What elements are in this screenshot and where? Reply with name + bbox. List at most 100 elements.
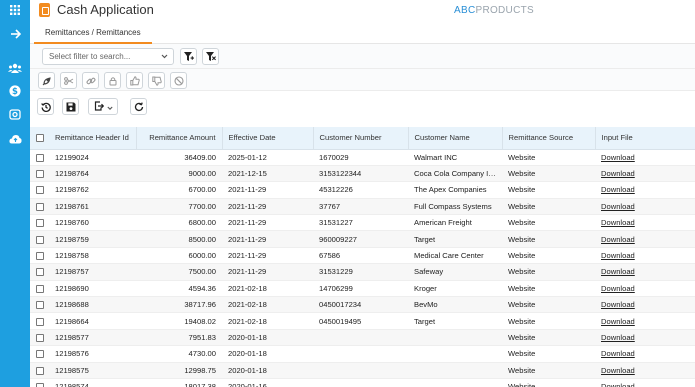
payment-icon[interactable] (0, 104, 30, 124)
download-link[interactable]: Download (601, 185, 635, 194)
input-file-cell: Download (595, 263, 695, 281)
cell-amount: 7500.00 (136, 263, 222, 281)
cell-source: Website (502, 165, 595, 183)
filter-toolbar: Select filter to search... (30, 44, 695, 69)
column-header[interactable]: Customer Name (408, 127, 503, 150)
download-link[interactable]: Download (601, 267, 635, 276)
row-checkbox[interactable] (30, 181, 49, 199)
history-icon[interactable] (37, 98, 54, 115)
row-checkbox[interactable] (30, 149, 49, 166)
row-checkbox[interactable] (30, 296, 49, 314)
table-row[interactable]: 12198759 8500.00 2021-11-29 960009227 Target… (30, 230, 695, 248)
scissors-icon[interactable] (60, 72, 77, 89)
column-header[interactable]: Effective Date (222, 127, 314, 150)
download-link[interactable]: Download (601, 366, 635, 375)
select-all-checkbox[interactable] (30, 127, 49, 150)
cell-customer-number: 960009227 (313, 230, 408, 248)
cell-amount: 38717.96 (136, 296, 222, 314)
lock-icon[interactable] (104, 72, 121, 89)
download-link[interactable]: Download (601, 284, 635, 293)
column-header[interactable]: Customer Number (313, 127, 409, 150)
table-row[interactable]: 12198664 19408.02 2021-02-18 0450019495 Targ… (30, 312, 695, 330)
refresh-icon[interactable] (130, 98, 147, 115)
download-link[interactable]: Download (601, 382, 635, 387)
download-link[interactable]: Download (601, 251, 635, 260)
filter-select[interactable]: Select filter to search... (42, 48, 174, 65)
column-header[interactable]: Remittance Amount (136, 127, 223, 150)
table-row[interactable]: 12198760 6800.00 2021-11-29 31531227 America… (30, 214, 695, 232)
table-row[interactable]: 12198758 6000.00 2021-11-29 67586 Medical Ca… (30, 247, 695, 265)
rocket-icon[interactable] (38, 72, 55, 89)
thumbs-down-icon[interactable] (148, 72, 165, 89)
filter-add-icon[interactable] (180, 48, 197, 65)
cell-source: Website (502, 329, 595, 347)
left-rail: $ (0, 0, 30, 387)
cell-amount: 8500.00 (136, 230, 222, 248)
table-row[interactable]: 12198576 4730.00 2020-01-18 Website Download (30, 345, 695, 363)
filter-clear-icon[interactable] (202, 48, 219, 65)
tab-remittances[interactable]: Remittances / Remittances (34, 22, 152, 44)
row-checkbox[interactable] (30, 329, 49, 347)
cell-customer-name: American Freight (408, 214, 502, 232)
cell-header-id: 12198757 (49, 263, 136, 281)
download-link[interactable]: Download (601, 300, 635, 309)
table-row[interactable]: 12198690 4594.36 2021-02-18 14706299 Kroger W… (30, 280, 695, 298)
export-dropdown-button[interactable] (88, 98, 118, 115)
table-row[interactable]: 12198761 7700.00 2021-11-29 37767 Full Compa… (30, 198, 695, 216)
cell-source: Website (502, 378, 595, 387)
row-checkbox[interactable] (30, 345, 49, 363)
row-checkbox[interactable] (30, 378, 49, 387)
table-body: 12199024 36409.00 2025-01-12 1670029 Walmart… (30, 149, 695, 387)
table-row[interactable]: 12198764 9000.00 2021-12-15 3153122344 Coca … (30, 165, 695, 183)
download-link[interactable]: Download (601, 333, 635, 342)
save-icon[interactable] (62, 98, 79, 115)
column-header[interactable]: Input File (595, 127, 695, 150)
cell-header-id: 12198761 (49, 198, 136, 216)
cell-header-id: 12198759 (49, 230, 136, 248)
cell-amount: 9000.00 (136, 165, 222, 183)
table-row[interactable]: 12198688 38717.96 2021-02-18 0450017234 BevM… (30, 296, 695, 314)
download-link[interactable]: Download (601, 349, 635, 358)
table-row[interactable]: 12199024 36409.00 2025-01-12 1670029 Walmart… (30, 149, 695, 166)
download-link[interactable]: Download (601, 235, 635, 244)
cell-source: Website (502, 214, 595, 232)
column-header[interactable]: Remittance Header Id (49, 127, 137, 150)
row-checkbox[interactable] (30, 280, 49, 298)
download-link[interactable]: Download (601, 202, 635, 211)
cell-effective-date: 2020-01-18 (222, 345, 313, 363)
dollar-icon[interactable]: $ (0, 81, 30, 101)
users-icon[interactable] (0, 58, 30, 78)
thumbs-up-icon[interactable] (126, 72, 143, 89)
row-checkbox[interactable] (30, 263, 49, 281)
row-checkbox[interactable] (30, 362, 49, 379)
arrow-right-icon[interactable] (0, 24, 30, 44)
row-checkbox[interactable] (30, 312, 49, 330)
cell-source: Website (502, 198, 595, 216)
table-row[interactable]: 12198757 7500.00 2021-11-29 31531229 Safeway… (30, 263, 695, 281)
cloud-upload-icon[interactable] (0, 129, 30, 149)
brand-secondary: PRODUCTS (475, 5, 534, 16)
download-link[interactable]: Download (601, 153, 635, 162)
download-link[interactable]: Download (601, 169, 635, 178)
chevron-down-icon (106, 98, 113, 116)
table-row[interactable]: 12198577 7951.83 2020-01-18 Website Download (30, 329, 695, 347)
row-checkbox[interactable] (30, 230, 49, 248)
block-icon[interactable] (170, 72, 187, 89)
cell-header-id: 12198576 (49, 345, 136, 363)
row-checkbox[interactable] (30, 198, 49, 216)
column-header[interactable]: Remittance Source (502, 127, 596, 150)
app-logo-icon (39, 3, 50, 17)
row-checkbox[interactable] (30, 214, 49, 232)
chevron-down-icon (161, 49, 168, 69)
download-link[interactable]: Download (601, 218, 635, 227)
row-checkbox[interactable] (30, 165, 49, 183)
table-row[interactable]: 12198574 18017.38 2020-01-16 Website Downloa… (30, 378, 695, 387)
table-header-row: Remittance Header Id Remittance Amount E… (30, 127, 695, 150)
link-icon[interactable] (82, 72, 99, 89)
cell-customer-name: Full Compass Systems (408, 198, 502, 216)
apps-grid-icon[interactable] (0, 0, 30, 20)
row-checkbox[interactable] (30, 247, 49, 265)
table-row[interactable]: 12198575 12998.75 2020-01-18 Website Downloa… (30, 362, 695, 379)
table-row[interactable]: 12198762 6700.00 2021-11-29 45312226 The Ape… (30, 181, 695, 199)
download-link[interactable]: Download (601, 317, 635, 326)
